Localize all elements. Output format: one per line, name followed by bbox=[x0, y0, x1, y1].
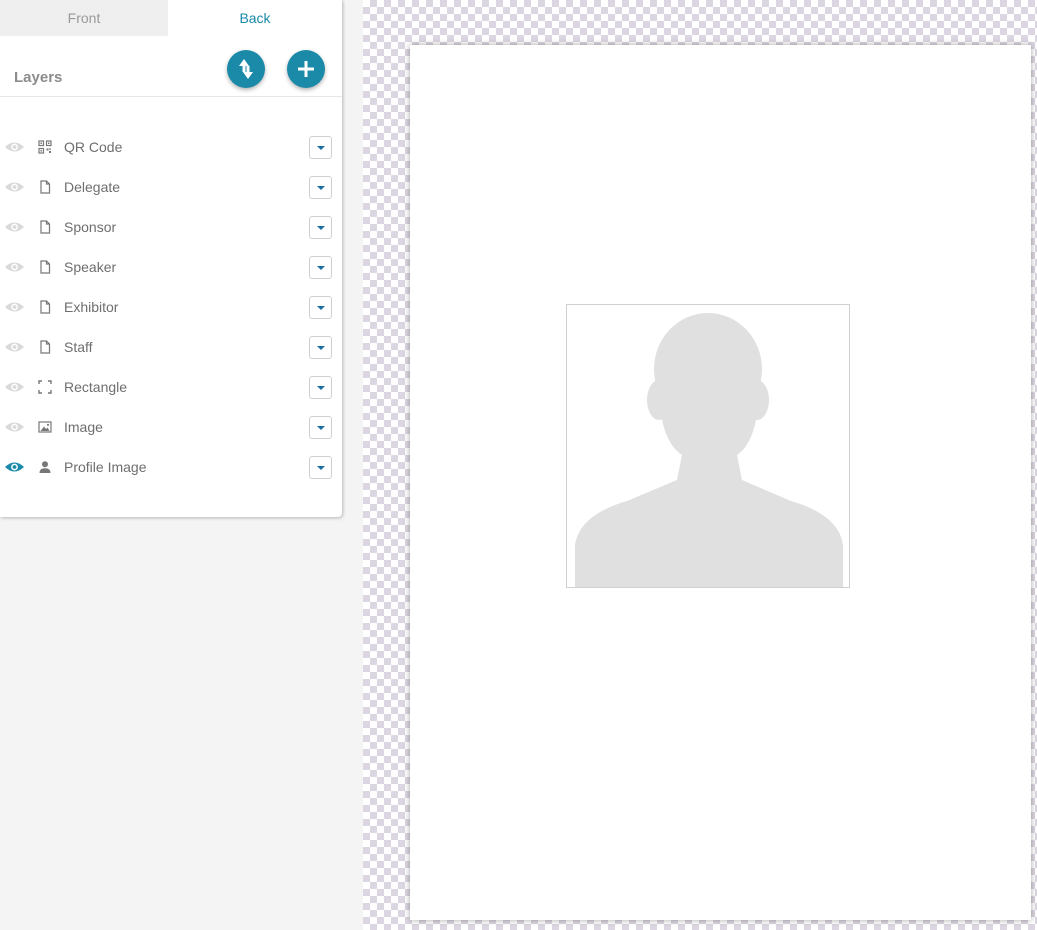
layer-label: Rectangle bbox=[64, 379, 128, 395]
badge-canvas[interactable] bbox=[410, 45, 1031, 920]
caret-down-icon bbox=[317, 306, 325, 310]
visibility-eye-icon[interactable] bbox=[4, 380, 25, 394]
text-file-icon bbox=[38, 260, 52, 274]
visibility-eye-icon[interactable] bbox=[4, 460, 25, 474]
layer-label: Delegate bbox=[64, 179, 121, 195]
layer-row-sponsor[interactable]: Sponsor bbox=[0, 207, 342, 247]
layer-options-dropdown-button[interactable] bbox=[309, 216, 332, 239]
visibility-eye-icon[interactable] bbox=[4, 420, 25, 434]
visibility-eye-icon[interactable] bbox=[4, 220, 25, 234]
caret-down-icon bbox=[317, 146, 325, 150]
visibility-eye-icon[interactable] bbox=[4, 180, 25, 194]
layer-label: Speaker bbox=[64, 259, 117, 275]
layer-row-delegate[interactable]: Delegate bbox=[0, 167, 342, 207]
layer-label: Staff bbox=[64, 339, 93, 355]
sort-arrows-icon bbox=[239, 59, 253, 79]
layer-row-image[interactable]: Image bbox=[0, 407, 342, 447]
layers-header: Layers bbox=[0, 36, 342, 97]
layer-row-rectangle[interactable]: Rectangle bbox=[0, 367, 342, 407]
text-file-icon bbox=[38, 220, 52, 234]
visibility-eye-icon[interactable] bbox=[4, 260, 25, 274]
caret-down-icon bbox=[317, 186, 325, 190]
caret-down-icon bbox=[317, 386, 325, 390]
layer-label: Image bbox=[64, 419, 103, 435]
add-layer-button[interactable] bbox=[287, 50, 325, 88]
text-file-icon bbox=[38, 340, 52, 354]
caret-down-icon bbox=[317, 426, 325, 430]
profile-image-placeholder[interactable] bbox=[566, 304, 850, 588]
rectangle-icon bbox=[38, 380, 52, 394]
layer-row-profile-image[interactable]: Profile Image bbox=[0, 447, 342, 487]
text-file-icon bbox=[38, 180, 52, 194]
layer-label: Exhibitor bbox=[64, 299, 119, 315]
layer-label: Sponsor bbox=[64, 219, 117, 235]
layer-options-dropdown-button[interactable] bbox=[309, 176, 332, 199]
caret-down-icon bbox=[317, 266, 325, 270]
layer-options-dropdown-button[interactable] bbox=[309, 416, 332, 439]
layer-label: QR Code bbox=[64, 139, 123, 155]
plus-icon bbox=[298, 61, 314, 77]
visibility-eye-icon[interactable] bbox=[4, 340, 25, 354]
layer-row-speaker[interactable]: Speaker bbox=[0, 247, 342, 287]
layers-title: Layers bbox=[14, 69, 63, 86]
caret-down-icon bbox=[317, 226, 325, 230]
layer-label: Profile Image bbox=[64, 459, 147, 475]
tab-front[interactable]: Front bbox=[0, 0, 168, 36]
layer-row-qr-code[interactable]: QR Code bbox=[0, 127, 342, 167]
layers-panel: Front Back Layers QR Code Delegate Sponsor… bbox=[0, 0, 342, 517]
qr-code-icon bbox=[38, 140, 52, 154]
profile-silhouette bbox=[575, 313, 843, 587]
layer-options-dropdown-button[interactable] bbox=[309, 136, 332, 159]
image-icon bbox=[38, 420, 52, 434]
layer-options-dropdown-button[interactable] bbox=[309, 456, 332, 479]
text-file-icon bbox=[38, 300, 52, 314]
person-icon bbox=[38, 460, 52, 474]
layer-row-staff[interactable]: Staff bbox=[0, 327, 342, 367]
canvas-workspace[interactable] bbox=[363, 0, 1037, 930]
visibility-eye-icon[interactable] bbox=[4, 140, 25, 154]
layer-options-dropdown-button[interactable] bbox=[309, 296, 332, 319]
layer-options-dropdown-button[interactable] bbox=[309, 376, 332, 399]
layer-options-dropdown-button[interactable] bbox=[309, 336, 332, 359]
caret-down-icon bbox=[317, 346, 325, 350]
tab-back[interactable]: Back bbox=[168, 0, 342, 36]
reorder-layers-button[interactable] bbox=[227, 50, 265, 88]
layer-row-exhibitor[interactable]: Exhibitor bbox=[0, 287, 342, 327]
side-tabs: Front Back bbox=[0, 0, 342, 36]
layer-list: QR Code Delegate Sponsor Speaker Exhibitor St… bbox=[0, 127, 342, 487]
layer-options-dropdown-button[interactable] bbox=[309, 256, 332, 279]
caret-down-icon bbox=[317, 466, 325, 470]
visibility-eye-icon[interactable] bbox=[4, 300, 25, 314]
